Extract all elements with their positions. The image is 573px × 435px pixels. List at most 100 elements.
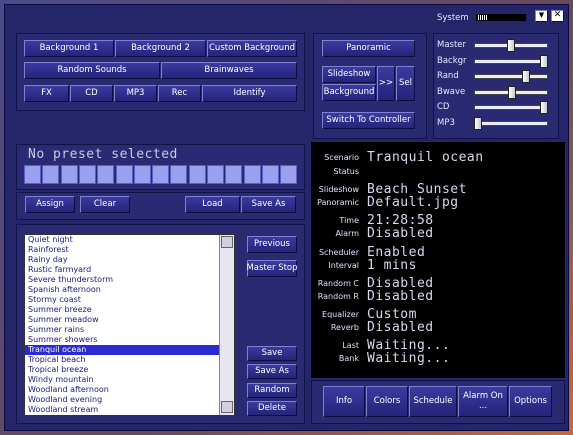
volume-slider-0[interactable] xyxy=(474,39,548,52)
schedule-button[interactable]: Schedule xyxy=(409,386,457,417)
preset-slot[interactable] xyxy=(24,165,41,184)
preset-slot[interactable] xyxy=(207,165,224,184)
preset-slot[interactable] xyxy=(133,165,151,184)
sel-button[interactable]: Sel xyxy=(396,66,415,101)
list-item[interactable]: Summer showers xyxy=(25,335,234,345)
options-button[interactable]: Options xyxy=(509,386,552,417)
list-item[interactable]: Tranquil ocean xyxy=(25,345,234,355)
list-scrollbar[interactable] xyxy=(219,235,234,415)
preset-slot[interactable] xyxy=(261,165,279,184)
colors-button[interactable]: Colors xyxy=(366,386,408,417)
preset-slot[interactable] xyxy=(60,165,78,184)
scroll-up-arrow[interactable] xyxy=(221,236,233,248)
preset-slot[interactable] xyxy=(152,165,170,184)
system-volume-meter xyxy=(476,14,526,21)
background-1-button[interactable]: Background 1 xyxy=(24,40,114,57)
slider-thumb[interactable] xyxy=(508,85,517,99)
close-button[interactable]: ✕ xyxy=(551,10,564,22)
brainwaves-button[interactable]: Brainwaves xyxy=(161,62,297,79)
volume-meter-level xyxy=(478,15,488,20)
volume-label-5: MP3 xyxy=(437,117,455,128)
preset-slot[interactable] xyxy=(97,165,115,184)
identify-button[interactable]: Identify xyxy=(202,85,297,102)
custom-background-button[interactable]: Custom Background xyxy=(207,40,297,57)
list-item[interactable]: Summer breeze xyxy=(25,305,234,315)
cd-button[interactable]: CD xyxy=(70,85,113,102)
list-item[interactable]: Spanish afternoon xyxy=(25,285,234,295)
slider-thumb[interactable] xyxy=(540,54,548,68)
volume-slider-4[interactable] xyxy=(474,101,548,114)
scroll-down-arrow[interactable] xyxy=(221,401,233,413)
preset-slot[interactable] xyxy=(170,165,188,184)
random-c-label: Random C xyxy=(317,279,359,288)
list-item[interactable]: Summer meadow xyxy=(25,315,234,325)
fx-button[interactable]: FX xyxy=(24,85,69,102)
previous-button[interactable]: Previous xyxy=(247,236,297,253)
preset-slot[interactable] xyxy=(42,165,60,184)
time-label: Time xyxy=(339,216,359,225)
rec-button[interactable]: Rec xyxy=(158,85,201,102)
preset-slot[interactable] xyxy=(188,165,206,184)
alarm-on-button[interactable]: Alarm On ... xyxy=(458,386,508,417)
interval-value: 1 mins xyxy=(367,258,417,273)
save-as-preset-button[interactable]: Save As xyxy=(241,196,296,213)
preset-slot[interactable] xyxy=(243,165,261,184)
slider-thumb[interactable] xyxy=(507,39,515,52)
preset-slot[interactable] xyxy=(225,165,243,184)
list-item[interactable]: Woodland stream xyxy=(25,405,234,415)
assign-button[interactable]: Assign xyxy=(25,196,75,213)
alarm-value: Disabled xyxy=(367,226,434,241)
list-item[interactable]: Woodland afternoon xyxy=(25,385,234,395)
slider-thumb[interactable] xyxy=(474,116,482,130)
list-item[interactable]: Summer rains xyxy=(25,325,234,335)
background-2-button[interactable]: Background 2 xyxy=(115,40,206,57)
preset-slot[interactable] xyxy=(280,165,298,184)
volume-sliders: Master Backgr Rand Bwave CD MP3 xyxy=(433,33,559,139)
mp3-button[interactable]: MP3 xyxy=(114,85,157,102)
scheduler-label: Scheduler xyxy=(318,248,359,257)
save-button[interactable]: Save xyxy=(247,346,297,361)
volume-slider-3[interactable] xyxy=(474,85,548,99)
slider-thumb[interactable] xyxy=(521,70,530,83)
list-item[interactable]: Severe thunderstorm xyxy=(25,275,234,285)
load-button[interactable]: Load xyxy=(185,196,240,213)
list-item[interactable]: Tropical breeze xyxy=(25,365,234,375)
interval-label: Interval xyxy=(328,261,359,270)
panoramic-button[interactable]: Panoramic xyxy=(322,40,415,57)
preset-slot[interactable] xyxy=(115,165,133,184)
minimize-button[interactable]: ▼ xyxy=(535,10,548,22)
slider-thumb[interactable] xyxy=(540,101,548,114)
delete-button[interactable]: Delete xyxy=(247,401,297,416)
master-stop-button[interactable]: Master Stop xyxy=(246,260,298,277)
volume-slider-5[interactable] xyxy=(474,116,548,130)
preset-display: No preset selected xyxy=(28,147,178,162)
random-sounds-button[interactable]: Random Sounds xyxy=(24,62,160,79)
list-item[interactable]: Rainy day xyxy=(25,255,234,265)
volume-label-1: Backgr xyxy=(437,55,467,66)
system-label: System xyxy=(437,13,469,23)
list-item[interactable]: Woodland evening xyxy=(25,395,234,405)
info-button[interactable]: Info xyxy=(323,386,365,417)
volume-label-4: CD xyxy=(437,102,450,112)
volume-slider-2[interactable] xyxy=(474,70,548,83)
random-button[interactable]: Random xyxy=(247,383,297,398)
random-r-value: Disabled xyxy=(367,289,434,304)
list-item[interactable]: Rainforest xyxy=(25,245,234,255)
next-button[interactable]: >> xyxy=(377,66,395,101)
slideshow-label: Slideshow xyxy=(318,185,359,194)
list-item[interactable]: Windy mountain xyxy=(25,375,234,385)
slideshow-button[interactable]: Slideshow xyxy=(322,66,376,83)
list-item[interactable]: Stormy coast xyxy=(25,295,234,305)
volume-label-0: Master xyxy=(437,40,467,50)
list-item[interactable]: Tropical beach xyxy=(25,355,234,365)
background-button[interactable]: Background xyxy=(322,84,376,101)
list-item[interactable]: Rustic farmyard xyxy=(25,265,234,275)
list-item[interactable]: Quiet night xyxy=(25,235,234,245)
preset-slot[interactable] xyxy=(78,165,96,184)
switch-to-controller-button[interactable]: Switch To Controller xyxy=(322,112,415,129)
clear-button[interactable]: Clear xyxy=(80,196,130,213)
scenario-list[interactable]: Quiet night Rainforest Rainy day Rustic far… xyxy=(24,234,235,416)
last-label: Last xyxy=(342,341,359,350)
volume-slider-1[interactable] xyxy=(474,54,548,68)
save-as-button[interactable]: Save As xyxy=(247,364,297,379)
